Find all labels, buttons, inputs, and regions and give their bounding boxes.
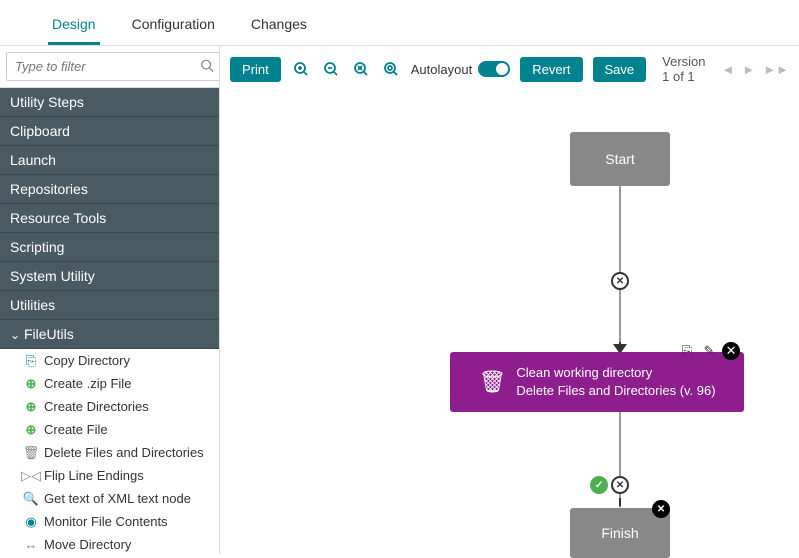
category-repositories[interactable]: Repositories [0, 175, 219, 204]
item-label: Create Directories [44, 399, 149, 414]
palette-list: Utility Steps Clipboard Launch Repositor… [0, 88, 219, 554]
edge-success-icon: ✓ [590, 476, 608, 494]
zoom-in-icon[interactable] [291, 59, 311, 79]
palette-item[interactable]: ⎘ Copy Directory [0, 349, 219, 372]
plus-icon: ⊕ [24, 400, 38, 414]
item-label: Delete Files and Directories [44, 445, 204, 460]
node-subtitle: Delete Files and Directories (v. 96) [516, 382, 715, 400]
node-clean-working-directory[interactable]: 🗑 Clean working directory Delete Files a… [450, 352, 744, 412]
edge-delete-button[interactable]: ✕ [611, 476, 629, 494]
plus-icon: ⊕ [24, 377, 38, 391]
xml-icon: 🔍 [24, 492, 38, 506]
delete-node-button[interactable]: ✕ [722, 342, 740, 360]
palette-item[interactable]: 🗑 Delete Files and Directories [0, 441, 219, 464]
category-clipboard[interactable]: Clipboard [0, 117, 219, 146]
edge-delete-button[interactable]: ✕ [611, 272, 629, 290]
page-last-icon[interactable]: ►► [763, 62, 789, 77]
eye-icon: ◉ [24, 515, 38, 529]
category-system-utility[interactable]: System Utility [0, 262, 219, 291]
move-icon: ↔ [24, 538, 38, 552]
item-label: Flip Line Endings [44, 468, 144, 483]
toolbar: Print Autolayout Revert Save Version 1 o… [220, 46, 799, 92]
page-prev-icon[interactable]: ◄ [722, 62, 735, 77]
zoom-actual-icon[interactable] [381, 59, 401, 79]
tab-design[interactable]: Design [48, 10, 100, 45]
flip-icon: ▷◁ [24, 469, 38, 483]
item-label: Move Directory [44, 537, 131, 552]
plus-icon: ⊕ [24, 423, 38, 437]
node-title: Clean working directory [516, 364, 715, 382]
palette-item[interactable]: 🔍 Get text of XML text node [0, 487, 219, 510]
save-button[interactable]: Save [593, 57, 647, 82]
item-label: Copy Directory [44, 353, 130, 368]
trash-icon: 🗑 [478, 369, 506, 395]
palette-item[interactable]: ⊕ Create .zip File [0, 372, 219, 395]
category-launch[interactable]: Launch [0, 146, 219, 175]
zoom-out-icon[interactable] [321, 59, 341, 79]
copy-icon: ⎘ [24, 354, 38, 368]
category-utilities[interactable]: Utilities [0, 291, 219, 320]
item-label: Create .zip File [44, 376, 131, 391]
palette-item[interactable]: ↔ Move Directory [0, 533, 219, 554]
palette-item[interactable]: ▷◁ Flip Line Endings [0, 464, 219, 487]
palette-item[interactable]: ◉ Monitor File Contents [0, 510, 219, 533]
revert-button[interactable]: Revert [520, 57, 582, 82]
autolayout-toggle[interactable] [478, 61, 510, 77]
print-button[interactable]: Print [230, 57, 281, 82]
category-fileutils[interactable]: FileUtils [0, 320, 219, 349]
category-utility-steps[interactable]: Utility Steps [0, 88, 219, 117]
copy-node-button[interactable]: ⎘ [678, 342, 696, 360]
process-canvas[interactable]: Start 🗑 Clean working directory Delete F… [220, 92, 799, 554]
filter-input[interactable] [6, 52, 220, 81]
palette-item[interactable]: ⊕ Create File [0, 418, 219, 441]
sidebar: Utility Steps Clipboard Launch Repositor… [0, 46, 220, 554]
category-scripting[interactable]: Scripting [0, 233, 219, 262]
page-next-icon[interactable]: ► [742, 62, 755, 77]
edit-node-button[interactable]: ✎ [700, 342, 718, 360]
tab-bar: Design Configuration Changes [0, 0, 799, 46]
search-icon [200, 58, 214, 75]
node-delete-button[interactable]: ✕ [652, 500, 670, 518]
tab-changes[interactable]: Changes [247, 10, 311, 45]
zoom-fit-icon[interactable] [351, 59, 371, 79]
category-resource-tools[interactable]: Resource Tools [0, 204, 219, 233]
tab-configuration[interactable]: Configuration [128, 10, 219, 45]
autolayout-label: Autolayout [411, 62, 472, 77]
item-label: Get text of XML text node [44, 491, 191, 506]
palette-item[interactable]: ⊕ Create Directories [0, 395, 219, 418]
node-start[interactable]: Start [570, 132, 670, 186]
item-label: Monitor File Contents [44, 514, 168, 529]
trash-icon: 🗑 [24, 446, 38, 460]
version-text: Version 1 of 1 [662, 54, 705, 84]
item-label: Create File [44, 422, 108, 437]
